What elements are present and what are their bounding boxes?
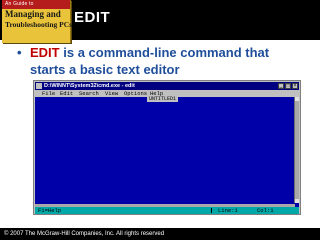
footer-bar: © 2007 The McGraw-Hill Companies, Inc. A… [0, 228, 320, 240]
slide-title: EDIT [74, 9, 111, 26]
book-cover-logo: An Guide to Managing and Troubleshooting… [2, 0, 73, 43]
menu-file[interactable]: File [42, 90, 55, 97]
status-bar: F1=Help Line:1 Col:1 [35, 207, 299, 214]
scroll-down-arrow-icon[interactable] [295, 199, 299, 203]
bullet-text-line1: EDIT is a command-line command that [30, 45, 269, 60]
menu-options[interactable]: Options [124, 90, 147, 97]
edit-screenshot-window: D:\WINNT\System32\cmd.exe - edit _ □ × F… [33, 80, 301, 215]
book-title-line1: Managing and [5, 9, 61, 19]
status-help: F1=Help [38, 207, 62, 214]
bullet-marker: • [17, 45, 22, 60]
book-series-text: An Guide to [5, 1, 34, 7]
document-area[interactable]: UNTITLED1 [35, 97, 299, 207]
status-divider [211, 208, 212, 213]
close-button[interactable]: × [292, 83, 298, 89]
book-title-line2: Troubleshooting PCs [5, 20, 73, 29]
status-col: Col:1 [257, 207, 274, 214]
maximize-button[interactable]: □ [285, 83, 291, 89]
menu-view[interactable]: View [105, 90, 118, 97]
menu-edit[interactable]: Edit [60, 90, 73, 97]
system-menu-icon[interactable] [36, 83, 42, 89]
vertical-scrollbar[interactable] [294, 97, 299, 203]
bullet-text-line2: starts a basic text editor [30, 62, 180, 77]
scroll-up-arrow-icon[interactable] [295, 97, 299, 101]
menu-search[interactable]: Search [79, 90, 99, 97]
minimize-button[interactable]: _ [278, 83, 284, 89]
window-titlebar: D:\WINNT\System32\cmd.exe - edit _ □ × [35, 82, 299, 90]
edit-keyword: EDIT [30, 45, 60, 60]
bullet-text-line1-rest: is a command-line command that [59, 45, 270, 60]
copyright-text: © 2007 The McGraw-Hill Companies, Inc. A… [4, 231, 165, 237]
document-title-tab: UNTITLED1 [147, 96, 179, 102]
book-cover-header: An Guide to [2, 0, 70, 9]
window-title: D:\WINNT\System32\cmd.exe - edit [44, 83, 135, 89]
status-line: Line:1 [218, 207, 238, 214]
